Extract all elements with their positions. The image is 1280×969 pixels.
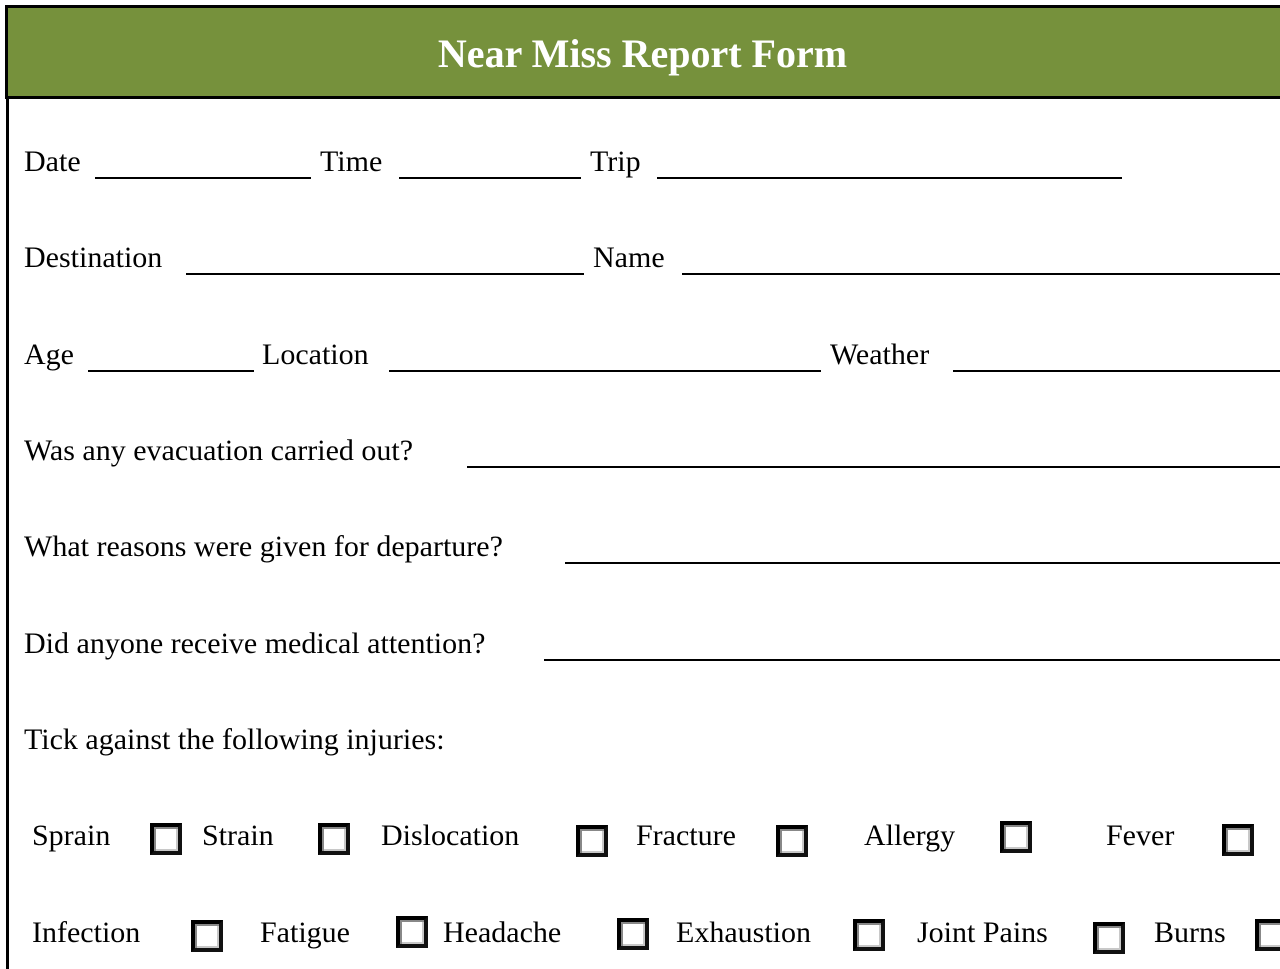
- exhaustion-checkbox[interactable]: [853, 919, 885, 951]
- destination-field[interactable]: [186, 273, 584, 275]
- form-title: Near Miss Report Form: [437, 31, 848, 76]
- sprain-checkbox[interactable]: [150, 823, 182, 855]
- injury-row-1: Sprain Strain Dislocation Fracture Aller…: [0, 819, 1280, 869]
- headache-checkbox[interactable]: [617, 918, 649, 950]
- injury-label-joint-pains: Joint Pains: [917, 916, 1048, 949]
- injury-label-exhaustion: Exhaustion: [676, 916, 811, 949]
- departure-field[interactable]: [565, 562, 1280, 564]
- injury-label-fever: Fever: [1106, 819, 1175, 852]
- injury-label-infection: Infection: [32, 916, 141, 949]
- fever-checkbox[interactable]: [1222, 824, 1254, 856]
- date-field[interactable]: [95, 177, 311, 179]
- departure-label: What reasons were given for departure?: [24, 530, 503, 563]
- age-label: Age: [24, 338, 74, 371]
- injury-label-allergy: Allergy: [864, 819, 956, 852]
- trip-label: Trip: [590, 145, 641, 178]
- allergy-checkbox[interactable]: [1000, 821, 1032, 853]
- injuries-heading: Tick against the following injuries:: [24, 723, 445, 756]
- weather-field[interactable]: [953, 370, 1280, 372]
- medical-field[interactable]: [544, 659, 1280, 661]
- trip-field[interactable]: [657, 177, 1122, 179]
- injury-label-dislocation: Dislocation: [381, 819, 520, 852]
- destination-label: Destination: [24, 241, 163, 274]
- evacuation-label: Was any evacuation carried out?: [24, 434, 414, 467]
- joint-pains-checkbox[interactable]: [1093, 922, 1125, 954]
- name-field[interactable]: [682, 273, 1280, 275]
- weather-label: Weather: [830, 338, 930, 371]
- time-field[interactable]: [399, 177, 581, 179]
- injury-label-strain: Strain: [202, 819, 274, 852]
- location-label: Location: [262, 338, 369, 371]
- injury-row-2: Infection Fatigue Headache Exhaustion Jo…: [0, 916, 1280, 960]
- injury-label-fracture: Fracture: [636, 819, 736, 852]
- dislocation-checkbox[interactable]: [576, 825, 608, 857]
- fatigue-checkbox[interactable]: [396, 916, 428, 948]
- name-label: Name: [593, 241, 665, 274]
- injury-label-fatigue: Fatigue: [260, 916, 350, 949]
- medical-label: Did anyone receive medical attention?: [24, 627, 486, 660]
- form-header: Near Miss Report Form: [5, 5, 1280, 99]
- strain-checkbox[interactable]: [318, 823, 350, 855]
- age-field[interactable]: [88, 370, 254, 372]
- fracture-checkbox[interactable]: [776, 825, 808, 857]
- time-label: Time: [320, 145, 383, 178]
- evacuation-field[interactable]: [467, 466, 1280, 468]
- injury-label-burns: Burns: [1154, 916, 1226, 949]
- infection-checkbox[interactable]: [191, 920, 223, 952]
- date-label: Date: [24, 145, 81, 178]
- location-field[interactable]: [389, 370, 821, 372]
- injury-label-headache: Headache: [443, 916, 562, 949]
- burns-checkbox[interactable]: [1255, 919, 1280, 951]
- injury-label-sprain: Sprain: [32, 819, 111, 852]
